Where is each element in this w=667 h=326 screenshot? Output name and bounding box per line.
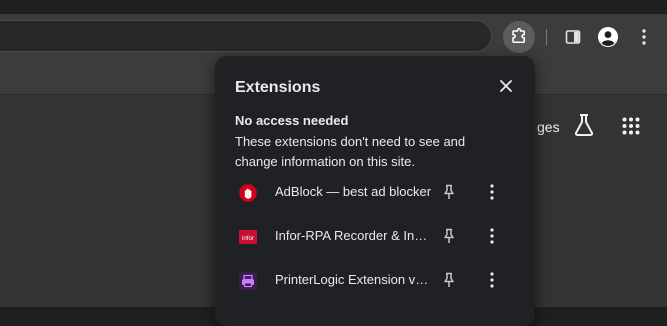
more-options-button[interactable] (482, 226, 502, 246)
tab-strip (0, 0, 667, 14)
extension-name: PrinterLogic Extension v1.0 (275, 272, 433, 287)
extensions-button[interactable] (503, 21, 535, 53)
toolbar-divider (546, 29, 547, 45)
extensions-popup: Extensions No access needed These extens… (215, 56, 535, 326)
infor-logo-text: infor (242, 235, 254, 242)
kebab-menu-icon (490, 184, 494, 200)
more-options-button[interactable] (482, 182, 502, 202)
kebab-menu-icon (490, 228, 494, 244)
google-apps-icon[interactable] (622, 117, 640, 140)
pin-icon (444, 228, 454, 243)
more-options-button[interactable] (482, 270, 502, 290)
address-bar[interactable] (0, 20, 492, 52)
labs-flask-icon[interactable] (573, 113, 595, 142)
puzzle-icon (512, 28, 525, 43)
extension-name: Infor-RPA Recorder & Inspector (275, 228, 433, 243)
extension-name: AdBlock — best ad blocker (275, 184, 432, 199)
pin-icon (444, 184, 454, 199)
chrome-menu-button[interactable] (628, 21, 660, 53)
pin-icon (444, 272, 454, 287)
page-link-text[interactable]: ges (537, 119, 560, 135)
close-icon (500, 80, 512, 92)
section-description: These extensions don't need to see and c… (235, 134, 466, 169)
adblock-hand-icon (239, 184, 257, 202)
close-button[interactable] (496, 76, 516, 96)
avatar-icon (598, 27, 618, 47)
extension-row-infor-rpa[interactable]: infor Infor-RPA Recorder & Inspector (215, 215, 535, 259)
infor-logo-icon: infor (239, 228, 257, 246)
section-title: No access needed (235, 113, 349, 128)
popup-title: Extensions (235, 79, 321, 96)
printerlogic-icon (239, 272, 257, 290)
kebab-menu-icon (490, 272, 494, 288)
extension-row-adblock[interactable]: AdBlock — best ad blocker (215, 171, 535, 215)
side-panel-button[interactable] (557, 21, 589, 53)
browser-toolbar (0, 14, 667, 60)
side-panel-icon (565, 30, 581, 44)
pin-button[interactable] (439, 182, 459, 202)
kebab-menu-icon (642, 29, 646, 45)
pin-button[interactable] (439, 270, 459, 290)
profile-button[interactable] (592, 21, 624, 53)
extension-row-printerlogic[interactable]: PrinterLogic Extension v1.0 (215, 259, 535, 303)
pin-button[interactable] (439, 226, 459, 246)
